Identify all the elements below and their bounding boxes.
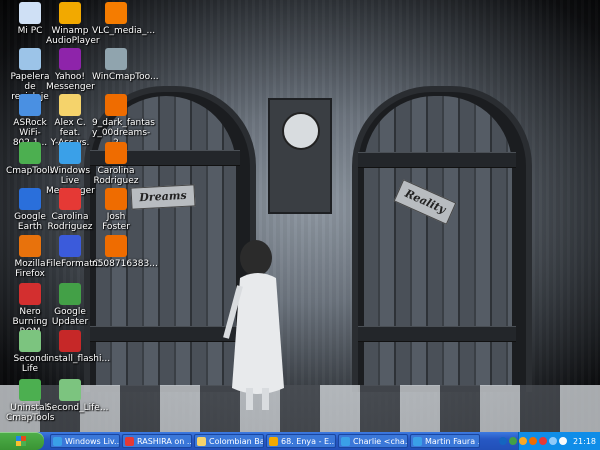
image-file-icon xyxy=(105,235,127,257)
taskbar: Windows Liv... RASHIRA on ... Colombian Ba… xyxy=(0,432,600,450)
flash-icon xyxy=(59,330,81,352)
desktop-icon[interactable]: FileFormatC... xyxy=(46,235,108,269)
task-list: Windows Liv... RASHIRA on ... Colombian Ba… xyxy=(48,434,480,448)
desktop-icon[interactable]: Josh Foster xyxy=(92,188,140,232)
desktop-icon-label: Second_Life... xyxy=(46,403,109,413)
desktop-icon-label: Winamp AudioPlayer xyxy=(46,26,100,46)
desktop-icon-label: Google Updater xyxy=(51,307,89,327)
messenger-icon xyxy=(413,437,422,446)
desktop-icon-label: VLC_media_... xyxy=(92,26,156,36)
desktop-icon[interactable]: 9_dark_fantas y_00dreams- 2 xyxy=(92,94,155,148)
messenger-icon xyxy=(59,142,81,164)
wall-clock xyxy=(268,98,332,214)
application-icon xyxy=(105,48,127,70)
second-life-icon xyxy=(19,330,41,352)
google-updater-icon xyxy=(59,283,81,305)
taskbar-button[interactable]: Charlie <cha... xyxy=(338,434,408,448)
taskbar-button[interactable]: Windows Liv... xyxy=(50,434,120,448)
tray-icon[interactable] xyxy=(558,437,567,445)
second-life-icon xyxy=(59,379,81,401)
taskbar-button-label: Charlie <cha... xyxy=(353,437,408,446)
tray-icon[interactable] xyxy=(528,437,537,445)
cmaptools-icon xyxy=(19,142,41,164)
desktop-icon[interactable]: n508716383... xyxy=(92,235,158,269)
winamp-icon xyxy=(59,2,81,24)
desktop-icon[interactable]: Google Updater xyxy=(46,283,94,327)
desktop-icon-label: Carolina Rodriguez xyxy=(93,166,139,186)
tray-icon[interactable] xyxy=(548,437,557,445)
winamp-icon xyxy=(269,437,278,446)
messenger-icon xyxy=(53,437,62,446)
taskbar-button[interactable]: RASHIRA on ... xyxy=(122,434,192,448)
desktop-icon[interactable]: Second_Life... xyxy=(46,379,109,413)
desktop-icon-label: WinCmapToo... xyxy=(92,72,159,82)
desktop-icon[interactable]: Carolina Rodriguez xyxy=(46,188,94,232)
image-file-icon xyxy=(105,188,127,210)
taskbar-clock[interactable]: 21:18 xyxy=(573,437,596,446)
messenger-icon xyxy=(341,437,350,446)
desktop-icon-label: FileFormatC... xyxy=(46,259,108,269)
globe-icon xyxy=(19,188,41,210)
tray-icon[interactable] xyxy=(538,437,547,445)
folder-icon xyxy=(197,437,206,446)
taskbar-button-label: Martin Faura ... xyxy=(425,437,480,446)
tray-icons xyxy=(498,437,569,445)
desktop-icon[interactable]: install_flashi... xyxy=(46,330,111,364)
nero-icon xyxy=(19,283,41,305)
desktop-icon[interactable]: VLC_media_... xyxy=(92,2,156,36)
taskbar-button-label: Windows Liv... xyxy=(65,437,120,446)
desktop-icon-label: Carolina Rodriguez xyxy=(47,212,93,232)
taskbar-button[interactable]: Martin Faura ... xyxy=(410,434,480,448)
dreams-sign: Dreams xyxy=(130,184,196,210)
yahoo-icon xyxy=(59,48,81,70)
ie-icon xyxy=(125,437,134,446)
desktop-icon-label: n508716383... xyxy=(92,259,158,269)
desktop-icon-label: Josh Foster xyxy=(102,212,130,232)
tray-icon[interactable] xyxy=(518,437,527,445)
vlc-icon xyxy=(105,2,127,24)
image-file-icon xyxy=(105,142,127,164)
pdf-icon xyxy=(59,188,81,210)
desktop-icon-label: install_flashi... xyxy=(46,354,111,364)
recycle-bin-icon xyxy=(19,48,41,70)
system-tray: 21:18 xyxy=(498,432,600,450)
computer-icon xyxy=(19,2,41,24)
music-file-icon xyxy=(59,235,81,257)
start-button[interactable] xyxy=(0,432,44,450)
desktop-icon[interactable]: Carolina Rodriguez xyxy=(92,142,140,186)
tray-icon[interactable] xyxy=(498,437,507,445)
windows-logo-icon xyxy=(15,436,26,446)
firefox-icon xyxy=(19,235,41,257)
clock-face xyxy=(282,112,320,150)
left-door-band-bottom xyxy=(90,326,240,342)
desktop-icon[interactable]: Winamp AudioPlayer xyxy=(46,2,100,46)
right-door-band-top xyxy=(358,152,516,168)
taskbar-button-label: Colombian Ba... xyxy=(209,437,264,446)
right-door xyxy=(364,96,512,386)
uninstall-icon xyxy=(19,379,41,401)
taskbar-button-label: 68. Enya - E... xyxy=(281,437,336,446)
taskbar-button[interactable]: Colombian Ba... xyxy=(194,434,264,448)
image-file-icon xyxy=(105,94,127,116)
desktop: Dreams Reality Mi PCPapelera de reciclaj… xyxy=(0,0,600,432)
taskbar-button-label: RASHIRA on ... xyxy=(137,437,192,446)
girl-figure xyxy=(223,240,284,410)
desktop-icon[interactable]: WinCmapToo... xyxy=(92,48,159,82)
taskbar-button[interactable]: 68. Enya - E... xyxy=(266,434,336,448)
tray-icon[interactable] xyxy=(508,437,517,445)
right-door-band-bottom xyxy=(358,326,516,342)
folder-icon xyxy=(59,94,81,116)
wifi-icon xyxy=(19,94,41,116)
